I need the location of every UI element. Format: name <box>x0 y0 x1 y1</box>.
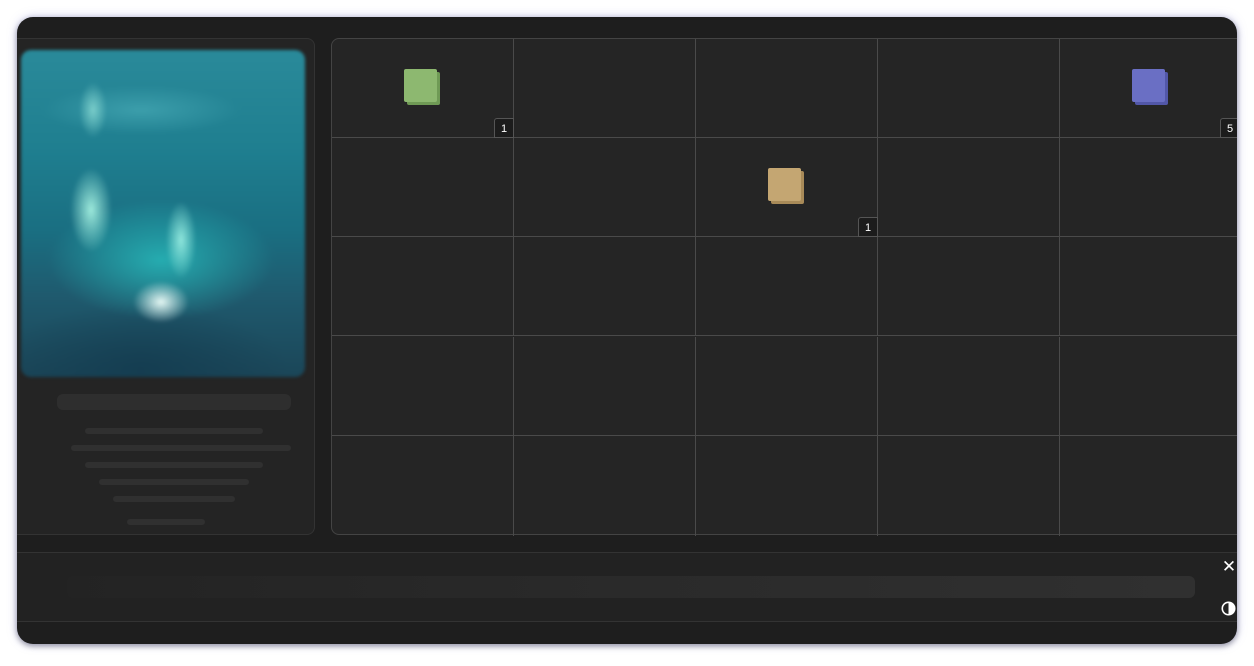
inventory-slot[interactable] <box>878 436 1060 536</box>
item-face <box>404 69 437 102</box>
inventory-slot[interactable] <box>1060 138 1237 237</box>
inventory-slot[interactable] <box>514 39 696 138</box>
item-count-badge: 5 <box>1220 118 1237 138</box>
inventory-grid: 1 5 1 <box>331 38 1237 536</box>
inventory-slot[interactable] <box>332 436 514 536</box>
description-line-placeholder <box>113 496 235 502</box>
inventory-slot[interactable] <box>514 237 696 336</box>
description-line-placeholder <box>85 462 263 468</box>
item-face <box>768 168 801 201</box>
inventory-slot[interactable] <box>696 436 878 536</box>
inventory-slot[interactable] <box>878 237 1060 336</box>
tan-block-item[interactable] <box>768 168 804 204</box>
blue-block-item[interactable] <box>1132 69 1168 105</box>
description-line-placeholder <box>85 428 263 434</box>
item-title-placeholder <box>57 394 291 410</box>
inventory-slot[interactable] <box>1060 337 1237 436</box>
inventory-slot[interactable] <box>696 237 878 336</box>
item-count-badge: 1 <box>494 118 514 138</box>
bottom-bar <box>17 552 1237 622</box>
inventory-slot[interactable] <box>332 237 514 336</box>
item-detail-panel <box>17 38 315 535</box>
inventory-slot[interactable] <box>878 337 1060 436</box>
inventory-slot[interactable] <box>1060 436 1237 536</box>
description-line-placeholder <box>71 445 291 451</box>
inventory-slot[interactable] <box>332 337 514 436</box>
bottom-track-placeholder <box>67 576 1195 598</box>
inventory-slot[interactable] <box>878 138 1060 237</box>
item-artwork <box>21 50 305 377</box>
inventory-slot[interactable] <box>514 436 696 536</box>
inventory-slot[interactable] <box>332 138 514 237</box>
game-window: 1 5 1 ✕ <box>17 17 1237 644</box>
inventory-slot[interactable] <box>696 39 878 138</box>
inventory-slot[interactable]: 5 <box>1060 39 1237 138</box>
inventory-slot[interactable]: 1 <box>332 39 514 138</box>
inventory-slot[interactable] <box>514 138 696 237</box>
inventory-slot[interactable] <box>878 39 1060 138</box>
contrast-icon[interactable] <box>1221 601 1236 616</box>
item-count-badge: 1 <box>858 217 878 237</box>
green-block-item[interactable] <box>404 69 440 105</box>
item-face <box>1132 69 1165 102</box>
close-icon[interactable]: ✕ <box>1220 558 1237 576</box>
description-line-placeholder <box>99 479 249 485</box>
inventory-slot[interactable] <box>696 337 878 436</box>
inventory-slot[interactable] <box>1060 237 1237 336</box>
description-line-placeholder <box>127 519 205 525</box>
inventory-slot[interactable] <box>514 337 696 436</box>
inventory-slot[interactable]: 1 <box>696 138 878 237</box>
